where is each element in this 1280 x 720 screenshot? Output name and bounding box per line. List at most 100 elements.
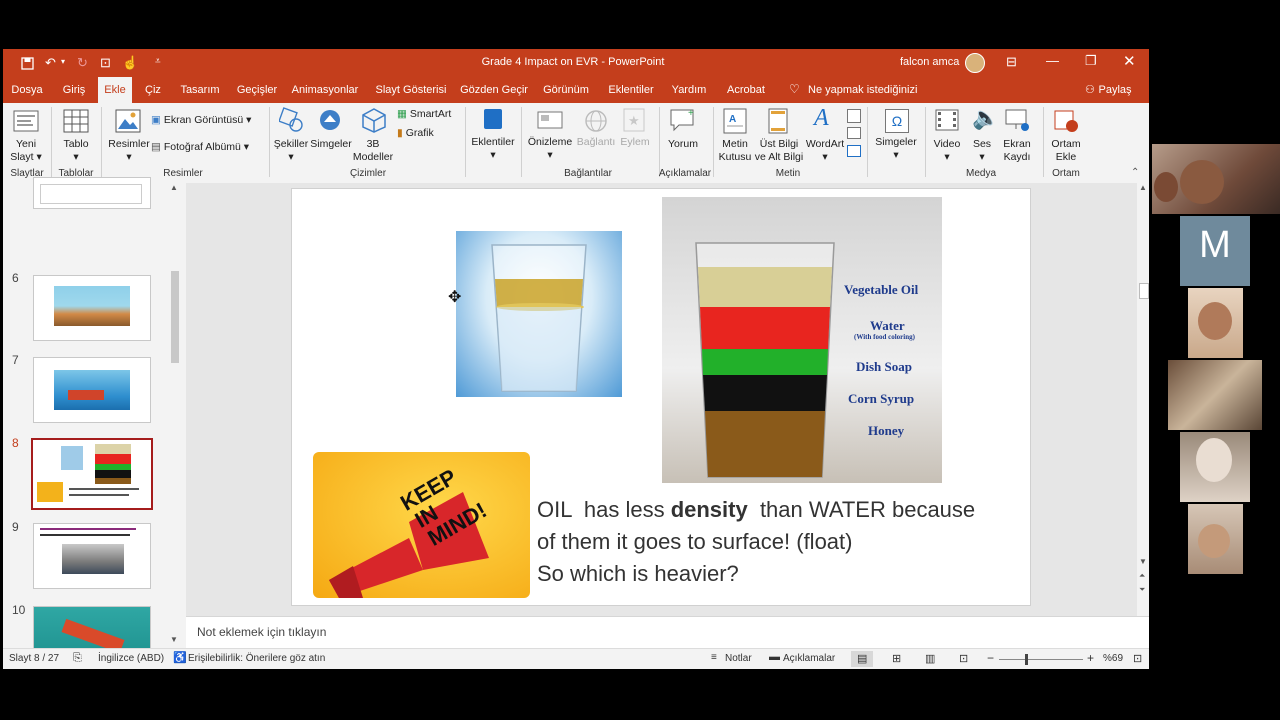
screen-recording-button[interactable]: Ekran Kaydı [999, 138, 1035, 164]
symbols-icon[interactable]: Ω [885, 109, 909, 133]
notes-placeholder[interactable]: Not eklemek için tıklayın [197, 625, 326, 639]
restore-icon[interactable]: ❐ [1085, 53, 1097, 69]
slide-counter[interactable]: Slayt 8 / 27 [9, 653, 59, 664]
thumbnail-slide-5[interactable] [33, 177, 151, 209]
wordart-button[interactable]: WordArt ▾ [803, 138, 847, 164]
tab-insert[interactable]: Ekle [98, 77, 132, 103]
customize-toolbar-icon[interactable]: ⩡ [155, 56, 161, 67]
start-presentation-icon[interactable]: ⊡ [100, 55, 111, 71]
keep-in-mind-image[interactable]: KEEP IN MIND! [313, 452, 530, 598]
icons-button[interactable]: Simgeler [309, 138, 353, 151]
thumbnail-slide-6[interactable] [33, 275, 151, 341]
touch-mode-icon[interactable]: ☝ [122, 55, 138, 71]
accessibility-icon[interactable]: ♿ [173, 651, 187, 664]
icons-insert-icon[interactable] [317, 107, 343, 133]
zoom-slider-thumb[interactable] [1025, 654, 1028, 665]
screenshot-button[interactable]: ▣ Ekran Görüntüsü ▾ [151, 114, 255, 127]
notes-toggle[interactable]: Notlar [725, 653, 752, 664]
scrollbar-thumb[interactable] [171, 271, 179, 363]
fit-to-window-icon[interactable]: ⊡ [1133, 652, 1142, 665]
audio-button[interactable]: Ses ▾ [965, 138, 999, 164]
zoom-icon[interactable] [537, 109, 563, 133]
chart-button[interactable]: ▮ Grafik [397, 127, 459, 140]
addins-icon[interactable] [484, 109, 502, 129]
language-indicator[interactable]: İngilizce (ABD) [98, 653, 164, 664]
scroll-down-icon[interactable]: ▼ [1139, 557, 1147, 566]
zoom-level[interactable]: %69 [1103, 653, 1123, 664]
collapse-ribbon-icon[interactable]: ⌃ [1131, 167, 1139, 178]
slide-canvas[interactable]: Vegetable Oil Water (With food coloring)… [291, 188, 1031, 606]
notes-pane[interactable]: Not eklemek için tıklayın [186, 616, 1149, 649]
wordart-icon[interactable]: A [814, 105, 829, 132]
3d-models-icon[interactable] [361, 107, 387, 133]
zoom-slider[interactable] [999, 659, 1083, 660]
tab-transitions[interactable]: Geçişler [236, 77, 278, 103]
comment-icon[interactable]: + [669, 107, 697, 133]
spelling-icon[interactable]: ⎘ [73, 652, 82, 665]
addins-button[interactable]: Eklentiler ▾ [469, 136, 517, 162]
header-footer-button[interactable]: Üst Bilgi ve Alt Bilgi [753, 138, 805, 164]
undo-icon[interactable]: ↶ [45, 55, 56, 71]
embed-media-button[interactable]: Ortam Ekle [1045, 138, 1087, 164]
ribbon-display-options-icon[interactable]: ⊟ [1006, 54, 1017, 70]
slideshow-view-icon[interactable]: ⊡ [959, 652, 968, 665]
share-button[interactable]: Paylaş [1097, 77, 1133, 103]
tab-review[interactable]: Gözden Geçir [460, 77, 528, 103]
shapes-icon[interactable] [279, 107, 305, 133]
slide-sorter-icon[interactable]: ⊞ [892, 652, 901, 665]
slide-body-text[interactable]: OIL has less density than WATER because … [537, 494, 1027, 590]
scroll-down-icon[interactable]: ▼ [170, 635, 178, 644]
video-tile-participant-5[interactable] [1180, 432, 1250, 502]
tab-draw[interactable]: Çiz [141, 77, 165, 103]
tab-addins[interactable]: Eklentiler [606, 77, 656, 103]
tab-slide-show[interactable]: Slayt Gösterisi [375, 77, 447, 103]
table-icon[interactable] [63, 109, 89, 133]
video-tile-participant-1[interactable] [1152, 144, 1280, 214]
video-tile-participant-3[interactable] [1188, 288, 1243, 358]
tab-file[interactable]: Dosya [9, 77, 45, 103]
object-icon[interactable] [847, 145, 861, 157]
undo-dropdown-icon[interactable]: ▾ [61, 57, 65, 66]
thumbnails-scrollbar[interactable]: ▲ ▼ [169, 183, 181, 648]
photo-album-button[interactable]: ▤ Fotoğraf Albümü ▾ [151, 141, 263, 154]
tab-animations[interactable]: Animasyonlar [289, 77, 361, 103]
density-column-image[interactable]: Vegetable Oil Water (With food coloring)… [662, 197, 942, 483]
smartart-button[interactable]: ▦ SmartArt [397, 108, 459, 121]
video-tile-participant-6[interactable] [1188, 504, 1243, 574]
video-tile-participant-4[interactable] [1168, 360, 1262, 430]
scrollbar-thumb[interactable] [1139, 283, 1149, 299]
date-time-icon[interactable] [847, 109, 861, 123]
tab-view[interactable]: Görünüm [541, 77, 591, 103]
video-tile-participant-m[interactable]: M [1180, 216, 1250, 286]
tell-me-search[interactable]: Ne yapmak istediğinizi söyleyin [808, 77, 958, 122]
header-footer-icon[interactable] [768, 108, 788, 134]
tab-home[interactable]: Giriş [58, 77, 90, 103]
table-button[interactable]: Tablo ▾ [57, 138, 95, 164]
new-slide-button[interactable]: Yeni Slayt ▾ [7, 138, 45, 164]
textbox-button[interactable]: Metin Kutusu [715, 138, 755, 164]
thumbnail-slide-9[interactable] [33, 523, 151, 589]
tab-help[interactable]: Yardım [669, 77, 709, 103]
reading-view-icon[interactable]: ▥ [925, 652, 935, 665]
scroll-up-icon[interactable]: ▲ [1139, 183, 1147, 192]
user-name[interactable]: falcon amca [900, 56, 959, 68]
3d-models-button[interactable]: 3B Modeller [351, 138, 395, 164]
video-button[interactable]: Video ▾ [929, 138, 965, 164]
video-icon[interactable] [935, 109, 959, 131]
scroll-up-icon[interactable]: ▲ [170, 183, 178, 192]
comment-button[interactable]: Yorum [663, 138, 703, 151]
zoom-button[interactable]: Önizleme ▾ [525, 136, 575, 162]
minimize-icon[interactable]: — [1046, 53, 1059, 68]
zoom-in-icon[interactable]: + [1087, 651, 1094, 665]
shapes-button[interactable]: Şekiller ▾ [273, 138, 309, 164]
accessibility-status[interactable]: Erişilebilirlik: Önerilere göz atın [188, 653, 325, 664]
next-slide-icon[interactable]: ⏷ [1139, 585, 1145, 595]
user-avatar[interactable] [965, 53, 985, 73]
oil-water-glass-image[interactable] [456, 231, 622, 397]
close-icon[interactable]: ✕ [1123, 52, 1136, 70]
thumbnail-slide-7[interactable] [33, 357, 151, 423]
pictures-button[interactable]: Resimler ▾ [107, 138, 151, 164]
previous-slide-icon[interactable]: ⏶ [1139, 571, 1145, 581]
symbols-button[interactable]: Simgeler ▾ [873, 136, 919, 162]
embed-media-icon[interactable] [1053, 107, 1079, 133]
